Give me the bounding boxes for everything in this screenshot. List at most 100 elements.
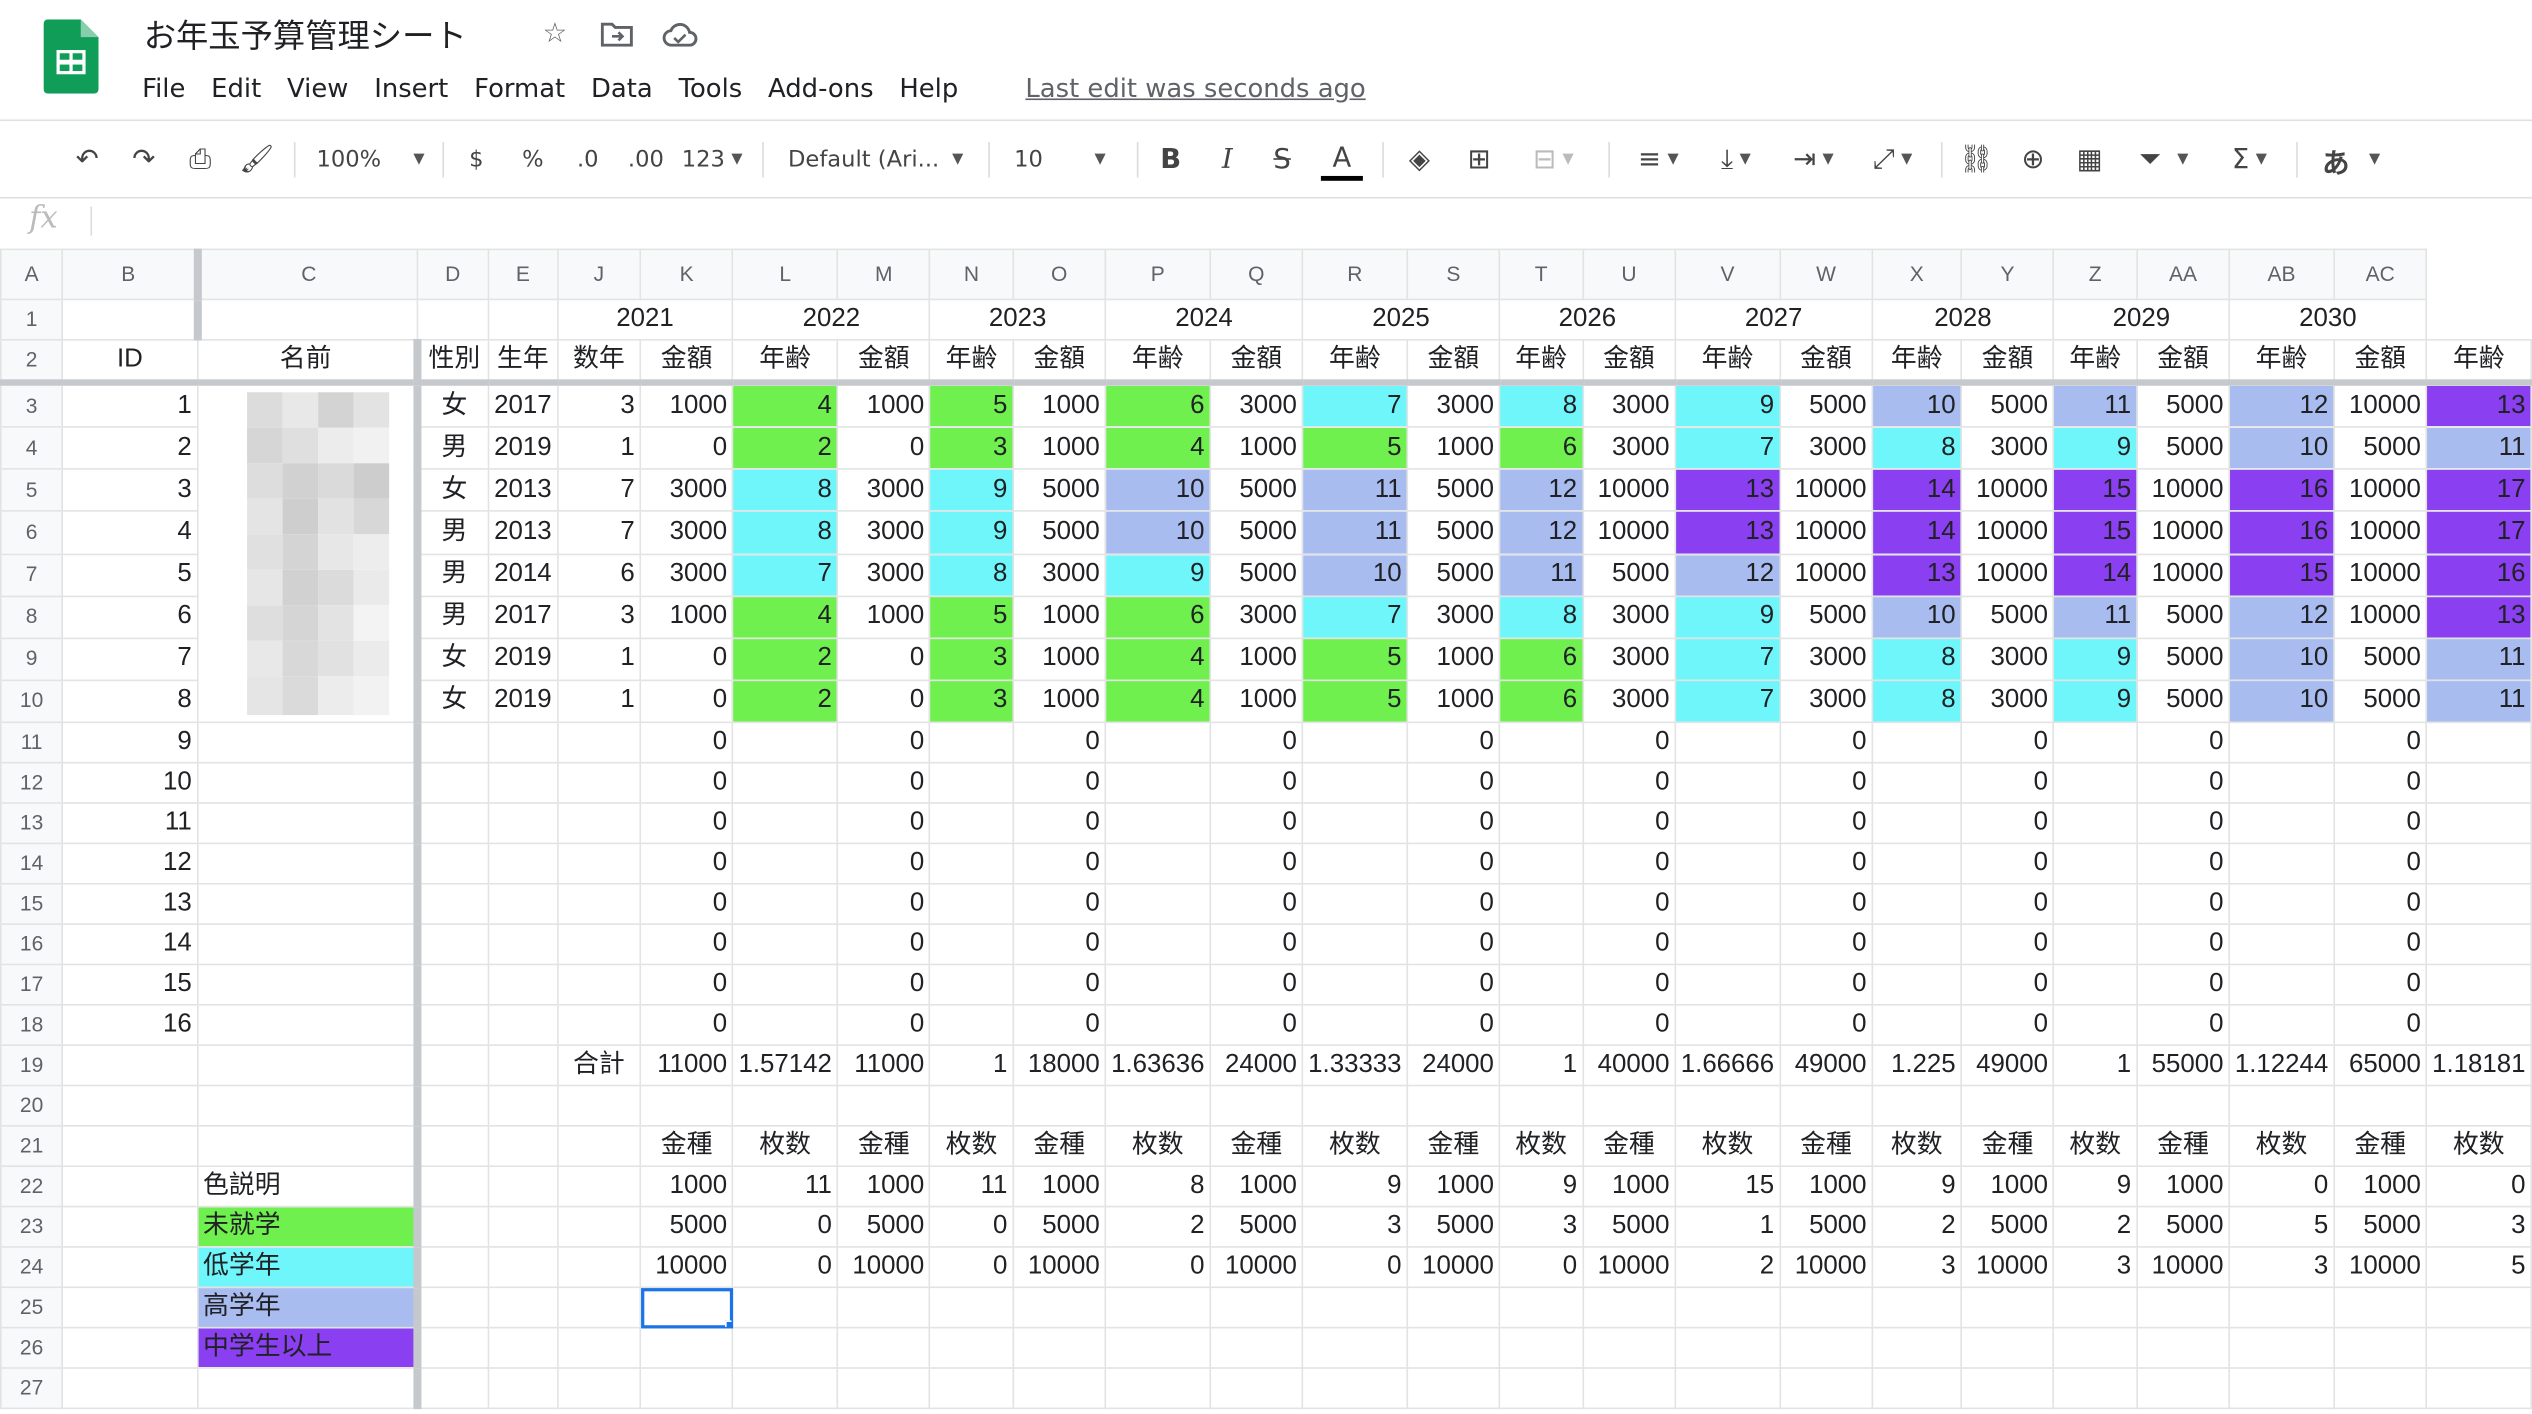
amount-cell[interactable]: 1000 <box>836 594 931 639</box>
cell[interactable] <box>416 882 490 925</box>
borders-icon[interactable]: ⊞ <box>1458 139 1500 181</box>
cell[interactable] <box>732 923 839 966</box>
cell[interactable] <box>556 1246 642 1289</box>
cell[interactable] <box>1674 963 1781 1006</box>
paint-format-icon[interactable]: 🖌 <box>237 139 276 181</box>
age-color-cell[interactable]: 8 <box>1871 426 1963 471</box>
column-header[interactable]: AA <box>2136 248 2231 301</box>
gender-cell[interactable]: 女 <box>416 679 490 724</box>
gender-cell[interactable]: 女 <box>416 381 490 429</box>
cell[interactable] <box>1104 1326 1211 1369</box>
row-header[interactable]: 16 <box>0 923 64 966</box>
cell[interactable] <box>487 963 559 1006</box>
amount-cell[interactable]: 0 <box>836 802 931 845</box>
age-color-cell[interactable]: 15 <box>2052 468 2138 513</box>
column-header[interactable]: P <box>1104 248 1211 301</box>
amount-cell[interactable]: 5000 <box>2136 381 2231 429</box>
cell[interactable] <box>1104 1004 1211 1046</box>
cell[interactable] <box>1498 923 1584 966</box>
cell[interactable] <box>61 298 202 341</box>
cell[interactable] <box>1674 721 1781 764</box>
cell[interactable] <box>2425 1326 2532 1369</box>
amount-cell[interactable]: 3000 <box>1960 679 2055 724</box>
cell[interactable] <box>416 1044 490 1087</box>
amount-cell[interactable]: 0 <box>836 842 931 885</box>
amount-cell[interactable]: 0 <box>1406 1004 1501 1046</box>
header-cell[interactable]: 年齢 <box>1871 338 1963 386</box>
count-cell[interactable]: 1 <box>1674 1205 1781 1248</box>
cell[interactable] <box>1779 1326 1874 1369</box>
age-color-cell[interactable]: 4 <box>1104 426 1211 471</box>
cell[interactable] <box>61 1367 199 1410</box>
menu-addons[interactable]: Add-ons <box>755 71 886 110</box>
id-cell[interactable]: 13 <box>61 882 199 925</box>
amount-cell[interactable]: 5000 <box>2136 679 2231 724</box>
cell[interactable] <box>1104 923 1211 966</box>
header-cell[interactable]: 金種 <box>1581 1125 1676 1168</box>
header-cell[interactable]: 金額 <box>1581 338 1676 386</box>
star-icon[interactable]: ☆ <box>543 18 568 50</box>
denomination-cell[interactable]: 1000 <box>836 1165 931 1208</box>
count-cell[interactable]: 0 <box>1498 1246 1584 1289</box>
denomination-cell[interactable]: 1000 <box>1406 1165 1501 1208</box>
average-age-cell[interactable]: 1.33333 <box>1301 1044 1409 1087</box>
cell[interactable] <box>416 721 490 764</box>
decrease-decimal-button[interactable]: .0 <box>567 139 609 181</box>
cell[interactable] <box>2228 1004 2335 1046</box>
age-color-cell[interactable]: 6 <box>1498 637 1584 681</box>
total-amount-cell[interactable]: 24000 <box>1209 1044 1304 1087</box>
name-cell-redacted[interactable] <box>196 381 422 724</box>
cell[interactable] <box>416 1165 490 1208</box>
cell[interactable] <box>2052 761 2138 804</box>
cell[interactable] <box>639 1367 734 1410</box>
sheets-logo-icon[interactable] <box>43 19 99 94</box>
age-color-cell[interactable]: 7 <box>1674 679 1781 724</box>
age-color-cell[interactable]: 3 <box>929 637 1014 681</box>
amount-cell[interactable]: 0 <box>639 761 734 804</box>
cell[interactable] <box>1871 1326 1963 1369</box>
name-cell[interactable] <box>196 842 422 885</box>
cell[interactable] <box>929 923 1014 966</box>
amount-cell[interactable]: 1000 <box>1012 381 1107 429</box>
row-header[interactable]: 10 <box>0 679 64 724</box>
amount-cell[interactable]: 0 <box>1960 802 2055 845</box>
cell[interactable] <box>61 1165 199 1208</box>
amount-cell[interactable]: 5000 <box>1406 552 1501 597</box>
total-amount-cell[interactable]: 18000 <box>1012 1044 1107 1087</box>
total-amount-cell[interactable]: 49000 <box>1960 1044 2055 1087</box>
cell[interactable] <box>416 1286 490 1329</box>
amount-cell[interactable]: 1000 <box>1209 426 1304 471</box>
cell[interactable] <box>1012 1084 1107 1127</box>
header-cell[interactable]: 年齢 <box>732 338 839 386</box>
amount-cell[interactable]: 0 <box>1406 802 1501 845</box>
age-color-cell[interactable]: 13 <box>2425 594 2532 639</box>
cell[interactable] <box>1104 1367 1211 1410</box>
header-cell[interactable]: 金額 <box>1406 338 1501 386</box>
count-cell[interactable]: 2 <box>1104 1205 1211 1248</box>
cell[interactable] <box>1674 923 1781 966</box>
column-header[interactable]: AC <box>2333 248 2428 301</box>
age-color-cell[interactable]: 9 <box>1674 381 1781 429</box>
header-cell[interactable]: 年齢 <box>2228 338 2335 386</box>
cell[interactable] <box>556 1326 642 1369</box>
amount-cell[interactable]: 5000 <box>1960 381 2055 429</box>
cell[interactable] <box>732 1004 839 1046</box>
denomination-cell[interactable]: 10000 <box>836 1246 931 1289</box>
amount-cell[interactable]: 1000 <box>639 381 734 429</box>
cell[interactable] <box>929 842 1014 885</box>
cell[interactable] <box>556 1125 642 1168</box>
id-cell[interactable]: 5 <box>61 552 199 597</box>
count-cell[interactable]: 0 <box>732 1205 839 1248</box>
count-cell[interactable]: 3 <box>2052 1246 2138 1289</box>
age-color-cell[interactable]: 9 <box>929 510 1014 555</box>
cell[interactable] <box>732 1286 839 1329</box>
cell[interactable] <box>732 761 839 804</box>
cell[interactable] <box>1871 963 1963 1006</box>
cell[interactable] <box>836 1326 931 1369</box>
denomination-cell[interactable]: 1000 <box>1012 1165 1107 1208</box>
column-header[interactable]: N <box>929 248 1014 301</box>
cell[interactable] <box>556 1004 642 1046</box>
age-color-cell[interactable]: 11 <box>1301 468 1409 513</box>
count-cell[interactable]: 0 <box>929 1205 1014 1248</box>
total-label[interactable]: 合計 <box>556 1044 642 1087</box>
